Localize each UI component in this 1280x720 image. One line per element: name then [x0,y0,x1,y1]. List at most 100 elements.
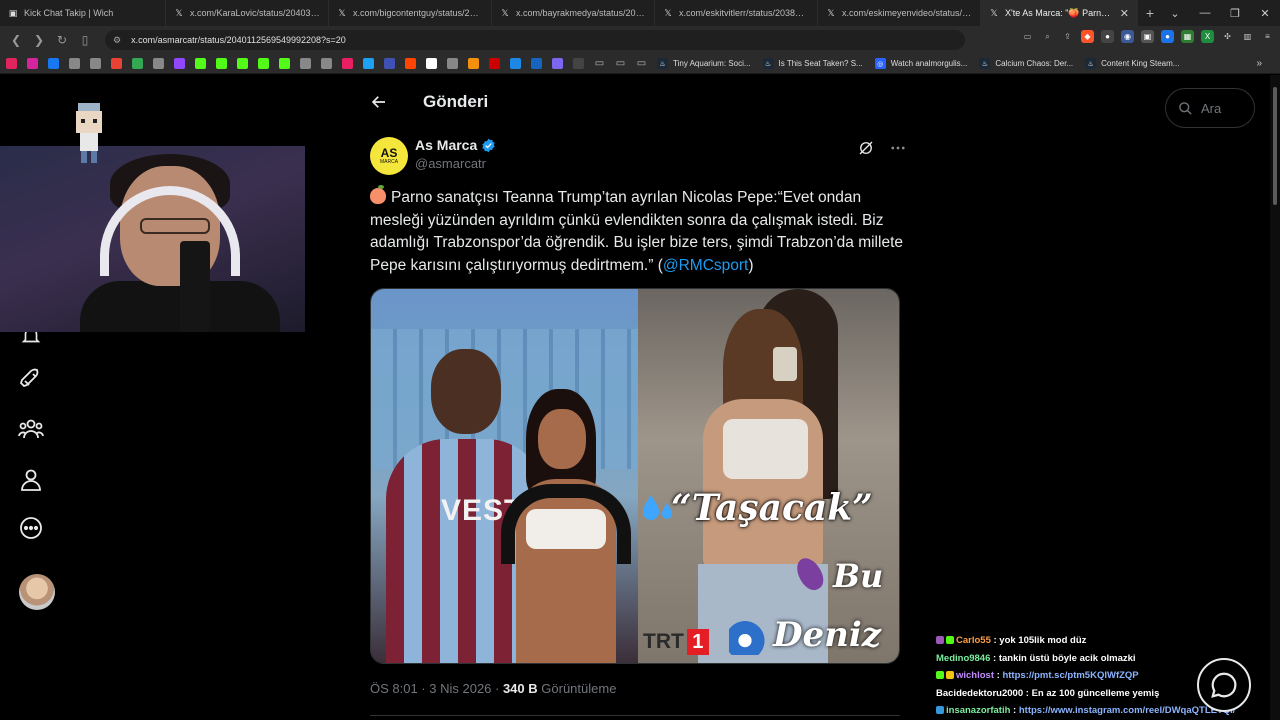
profile-icon[interactable] [18,467,44,493]
cast-icon[interactable]: ▭ [1021,30,1034,43]
bookmark-favicon-icon[interactable] [531,58,542,69]
scrollbar-thumb[interactable] [1273,87,1277,205]
premium-rocket-icon[interactable] [18,366,44,392]
bookmark-favicon-icon[interactable] [6,58,17,69]
bookmark-favicon-icon[interactable] [132,58,143,69]
more-bookmarks-icon[interactable]: » [1256,58,1262,69]
extension-icon[interactable]: ● [1161,30,1174,43]
author-avatar[interactable]: AS MARCA [370,137,408,175]
extensions-toolbar: ▭ ⌕ ⇪ ◆ ● ◉ ▣ ● ▦ X ✣ ▥ ≡ [1021,30,1274,43]
bookmark-favicon-icon[interactable] [195,58,206,69]
bookmark-favicon-icon[interactable] [384,58,395,69]
chat-link[interactable]: https://pmt.sc/ptm5KQlWfZQP [1002,670,1138,681]
new-message-button[interactable] [1197,658,1251,712]
chat-message-text: : En az 100 güncelleme yemiş [1023,687,1160,699]
forward-icon[interactable]: ❯ [29,30,49,50]
reload-icon[interactable]: ↻ [52,30,72,50]
grok-icon[interactable] [857,139,875,157]
bookmark-favicon-icon[interactable] [111,58,122,69]
communities-icon[interactable] [18,416,44,442]
new-tab-button[interactable]: + [1138,5,1162,21]
bookmark-favicon-icon[interactable] [216,58,227,69]
share-icon[interactable]: ⇪ [1061,30,1074,43]
address-bar[interactable]: ⚙ x.com/asmarcatr/status/204011256954999… [105,30,965,50]
bookmark-favicon-icon[interactable] [405,58,416,69]
more-options-icon[interactable] [889,139,907,157]
back-icon[interactable]: ❮ [6,30,26,50]
bookmark-favicon-icon[interactable] [342,58,353,69]
bookmark-item[interactable]: ♨ Is This Seat Taken? S... [762,58,863,69]
trt1-logo: TRT 1 [643,629,709,655]
extension-icon[interactable]: X [1201,30,1214,43]
tab-search-icon[interactable]: ⌄ [1160,0,1190,26]
extension-icon[interactable]: ▣ [1141,30,1154,43]
bookmark-favicon-icon[interactable] [279,58,290,69]
bookmark-favicon-icon[interactable] [48,58,59,69]
browser-tab[interactable]: 𝕏 x.com/KaraLovic/status/20403206143 [166,0,329,26]
browser-tab[interactable]: 𝕏 x.com/bayrakmedya/status/20403480 [492,0,655,26]
bookmark-item[interactable]: ♨ Tiny Aquarium: Soci... [657,58,751,69]
bookmark-item[interactable]: ♨ Calcium Chaos: Der... [979,58,1073,69]
bookmark-item[interactable]: ♨ Content King Steam... [1085,58,1179,69]
extension-icon[interactable]: ◉ [1121,30,1134,43]
bookmark-favicon-icon[interactable] [426,58,437,69]
chat-message-text: : tankin üstü böyle acik olmazki [990,652,1136,664]
browser-tab[interactable]: 𝕏 x.com/eskitvitlerr/status/20389192354 [655,0,818,26]
bookmark-favicon-icon[interactable] [510,58,521,69]
bookmark-favicon-icon[interactable] [489,58,500,69]
menu-icon[interactable]: ≡ [1261,30,1274,43]
bookmark-favicon-icon[interactable] [258,58,269,69]
bookmark-favicon-icon[interactable] [447,58,458,69]
bookmark-favicon-icon[interactable] [237,58,248,69]
peach-emoji-icon [370,185,386,204]
bookmark-favicon-icon[interactable] [552,58,563,69]
tweet-timestamp[interactable]: ÖS 8:01 · 3 Nis 2026 · [370,681,503,696]
bookmark-favicon-icon[interactable] [300,58,311,69]
bookmark-icon[interactable]: ▯ [75,30,95,50]
bookmark-favicon-icon[interactable] [468,58,479,69]
bookmark-item[interactable]: ◎ Watch analmorgulis... [874,58,967,69]
more-circle-icon[interactable] [18,515,44,541]
chat-username: insanazorfatih [946,705,1011,716]
bookmark-favicon-icon[interactable] [69,58,80,69]
puzzle-icon[interactable]: ✣ [1221,30,1234,43]
back-arrow-icon[interactable] [370,92,390,112]
browser-tab[interactable]: ▣ Kick Chat Takip | Wich [0,0,166,26]
globe-icon: ◎ [874,58,886,69]
tweet-meta: ÖS 8:01 · 3 Nis 2026 · 340 B Görüntüleme [370,681,617,696]
tweet-media-image[interactable]: VEST “Taşacak” Bu Deniz TRT 1 [370,288,900,664]
bookmark-favicon-icon[interactable] [27,58,38,69]
search-input[interactable]: Ara [1165,88,1255,128]
page-scrollbar[interactable] [1270,75,1280,720]
bookmark-favicon-icon[interactable] [573,58,584,69]
browser-tab-active[interactable]: 𝕏 X'te As Marca: "🍑 Parno sanatç ✕ [981,0,1138,26]
folder-icon[interactable]: ▭ [636,58,647,69]
author-handle[interactable]: @asmarcatr [415,156,496,171]
account-avatar[interactable] [19,574,55,610]
tweet-top-actions [857,139,907,157]
folder-icon[interactable]: ▭ [615,58,626,69]
bookmark-favicon-icon[interactable] [153,58,164,69]
brave-shield-icon[interactable]: ◆ [1081,30,1094,43]
close-window-button[interactable]: ✕ [1250,0,1280,26]
bookmark-favicon-icon[interactable] [90,58,101,69]
browser-tab[interactable]: 𝕏 x.com/bigcontentguy/status/2040180 [329,0,492,26]
zoom-icon[interactable]: ⌕ [1041,30,1054,43]
bookmark-favicon-icon[interactable] [363,58,374,69]
folder-icon[interactable]: ▭ [594,58,605,69]
chat-link[interactable]: https://www.instagram.com/reel/DWqaQTLET… [1019,705,1236,716]
browser-tab[interactable]: 𝕏 x.com/eskimeyenvideo/status/20404 [818,0,981,26]
bookmark-favicon-icon[interactable] [174,58,185,69]
mention-link[interactable]: @RMCsport [663,257,749,274]
extension-icon[interactable]: ● [1101,30,1114,43]
chat-username: Carlo55 [956,635,991,646]
tweet-text: Parno sanatçısı Teanna Trump’tan ayrılan… [370,185,903,274]
close-tab-icon[interactable]: ✕ [1120,7,1129,20]
sidebar-icon[interactable]: ▥ [1241,30,1254,43]
maximize-button[interactable]: ❐ [1220,0,1250,26]
extension-icon[interactable]: ▦ [1181,30,1194,43]
site-settings-icon[interactable]: ⚙ [113,35,121,46]
minimize-button[interactable]: — [1190,0,1220,26]
bookmark-favicon-icon[interactable] [321,58,332,69]
author-name[interactable]: As Marca [415,137,496,153]
